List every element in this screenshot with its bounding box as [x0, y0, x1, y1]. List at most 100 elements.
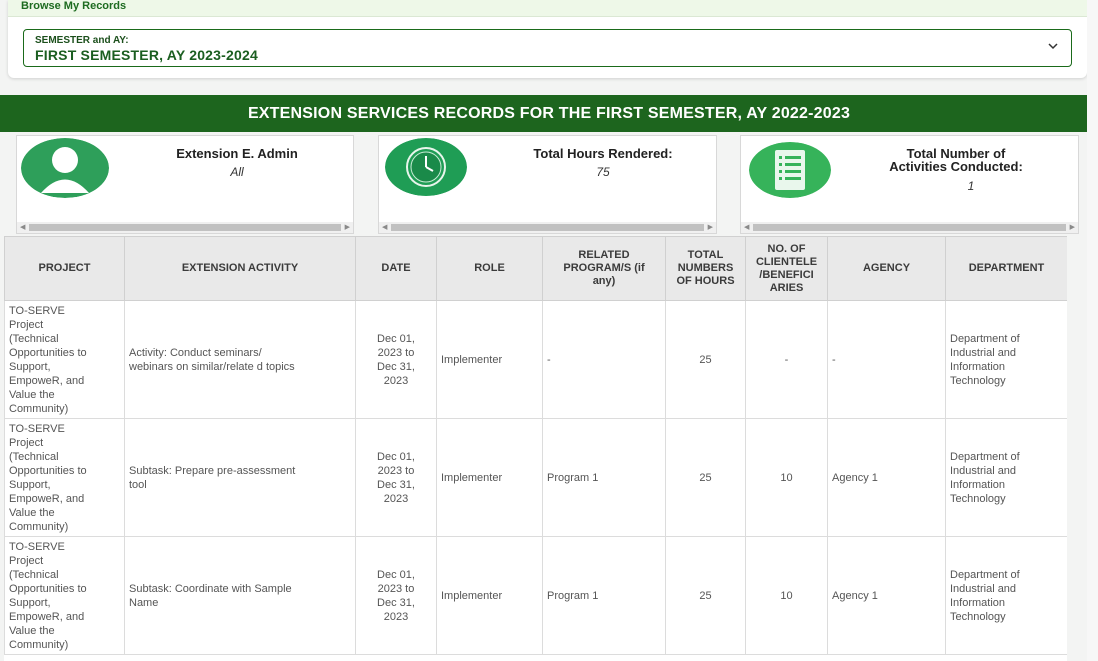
cell-line: Dec 31, — [377, 360, 415, 373]
cell-line: 2023 to — [377, 582, 415, 595]
table-row[interactable]: TO-SERVE Project (Technical Opportunities t… — [4, 300, 1067, 419]
cell-line: Activity: Conduct seminars/ — [129, 346, 262, 359]
clock-icon — [385, 138, 467, 196]
cell-line: Opportunities to — [9, 464, 87, 477]
cell-line: Project — [9, 436, 44, 449]
page-vertical-scrollbar[interactable] — [1087, 0, 1098, 661]
admin-stat-card: Extension E. Admin All ◀ ▶ — [16, 135, 354, 234]
project-cell: TO-SERVE Project (Technical Opportunities t… — [4, 300, 125, 419]
cell-line: Dec 01, — [377, 568, 415, 581]
cell-line: EmpoweR, and — [9, 610, 85, 623]
hours-cell: 25 — [665, 536, 746, 655]
cell-line: webinars on similar/relate d topics — [129, 360, 295, 373]
related-header-line: PROGRAM/S (if — [563, 262, 645, 274]
records-banner-title: EXTENSION SERVICES RECORDS FOR THE FIRST… — [0, 95, 1098, 132]
cell-line: 2023 to — [377, 464, 415, 477]
program-cell: Program 1 — [542, 418, 666, 537]
hours-card-scrollbar[interactable]: ◀ ▶ — [379, 222, 716, 233]
cell-line: Community) — [9, 520, 69, 533]
cell-line: Project — [9, 318, 44, 331]
cell-line: Industrial and — [950, 582, 1017, 595]
role-cell: Implementer — [436, 418, 543, 537]
clientele-header-line: ARIES — [769, 281, 804, 294]
department-cell: Department of Industrial and Information Te… — [945, 536, 1067, 655]
admin-stat-title: Extension E. Admin — [176, 146, 298, 161]
cell-line: Industrial and — [950, 464, 1017, 477]
col-header-clientele[interactable]: NO. OF CLIENTELE /BENEFICI ARIES — [745, 236, 828, 301]
agency-cell: - — [827, 300, 946, 419]
col-header-project[interactable]: PROJECT — [4, 236, 125, 301]
cell-line: Technology — [950, 492, 1006, 505]
records-table: PROJECT EXTENSION ACTIVITY DATE ROLE REL… — [4, 236, 1067, 655]
role-cell: Implementer — [436, 536, 543, 655]
cell-line: (Technical — [9, 450, 59, 463]
cell-line: Value the — [9, 624, 55, 637]
admin-card-scrollbar[interactable]: ◀ ▶ — [17, 222, 353, 233]
clientele-header-line: CLIENTELE — [755, 255, 818, 268]
activities-stat-card: Total Number of Activities Conducted: 1 … — [740, 135, 1079, 234]
cell-line: Department of — [950, 450, 1020, 463]
user-avatar-icon — [21, 138, 109, 198]
cell-line: EmpoweR, and — [9, 492, 85, 505]
cell-line: Department of — [950, 332, 1020, 345]
clientele-cell: 10 — [745, 536, 828, 655]
semester-select-value: FIRST SEMESTER, AY 2023-2024 — [35, 47, 258, 63]
agency-cell: Agency 1 — [827, 536, 946, 655]
clientele-cell: - — [745, 300, 828, 419]
hours-header-line: TOTAL — [687, 249, 724, 261]
cell-line: Subtask: Coordinate with Sample — [129, 582, 292, 595]
cell-line: tool — [129, 478, 147, 491]
cell-line: (Technical — [9, 332, 59, 345]
col-header-agency[interactable]: AGENCY — [827, 236, 946, 301]
col-header-role[interactable]: ROLE — [436, 236, 543, 301]
project-cell: TO-SERVE Project (Technical Opportunities t… — [4, 536, 125, 655]
col-header-department[interactable]: DEPARTMENT — [945, 236, 1067, 301]
cell-line: EmpoweR, and — [9, 374, 85, 387]
related-header-line: RELATED — [578, 249, 630, 261]
cell-line: Value the — [9, 388, 55, 401]
chevron-down-icon[interactable] — [1047, 40, 1059, 52]
cell-line: Industrial and — [950, 346, 1017, 359]
role-cell: Implementer — [436, 300, 543, 419]
col-header-activity[interactable]: EXTENSION ACTIVITY — [124, 236, 356, 301]
table-row[interactable]: TO-SERVE Project (Technical Opportunities t… — [4, 418, 1067, 537]
cell-line: Dec 01, — [377, 450, 415, 463]
cell-line: 2023 to — [377, 346, 415, 359]
cell-line: Name — [129, 596, 159, 609]
cell-line: Dec 01, — [377, 332, 415, 345]
cell-line: Department of — [950, 568, 1020, 581]
cell-line: Opportunities to — [9, 582, 87, 595]
activity-cell: Subtask: Coordinate with Sample Name — [124, 536, 356, 655]
activities-stat-value: 1 — [967, 179, 975, 193]
date-cell: Dec 01, 2023 to Dec 31, 2023 — [355, 418, 437, 537]
activities-card-scrollbar[interactable]: ◀ ▶ — [741, 222, 1078, 233]
department-cell: Department of Industrial and Information Te… — [945, 300, 1067, 419]
hours-stat-title: Total Hours Rendered: — [533, 146, 673, 161]
cell-line: Project — [9, 554, 44, 567]
hours-cell: 25 — [665, 300, 746, 419]
semester-select[interactable]: SEMESTER and AY: FIRST SEMESTER, AY 2023… — [23, 29, 1072, 67]
cell-line: (Technical — [9, 568, 59, 581]
cell-line: Support, — [9, 596, 51, 609]
hours-header-line: NUMBERS — [677, 262, 734, 274]
records-table-container: PROJECT EXTENSION ACTIVITY DATE ROLE REL… — [4, 236, 1067, 661]
admin-stat-value: All — [230, 165, 244, 179]
cell-line: Community) — [9, 402, 69, 415]
cell-line: Information — [950, 478, 1006, 491]
col-header-total-hours[interactable]: TOTAL NUMBERS OF HOURS — [665, 236, 746, 301]
browse-records-title: Browse My Records — [8, 0, 1087, 17]
cell-line: TO-SERVE — [9, 540, 65, 553]
date-cell: Dec 01, 2023 to Dec 31, 2023 — [355, 300, 437, 419]
related-header-line: any) — [592, 275, 616, 287]
col-header-date[interactable]: DATE — [355, 236, 437, 301]
col-header-related-programs[interactable]: RELATED PROGRAM/S (if any) — [542, 236, 666, 301]
table-row[interactable]: TO-SERVE Project (Technical Opportunities t… — [4, 536, 1067, 655]
agency-cell: Agency 1 — [827, 418, 946, 537]
cell-line: Support, — [9, 478, 51, 491]
cell-line: Information — [950, 596, 1006, 609]
cell-line: Information — [950, 360, 1006, 373]
hours-stat-value: 75 — [596, 165, 610, 179]
date-cell: Dec 01, 2023 to Dec 31, 2023 — [355, 536, 437, 655]
cell-line: Dec 31, — [377, 478, 415, 491]
cell-line: Support, — [9, 360, 51, 373]
